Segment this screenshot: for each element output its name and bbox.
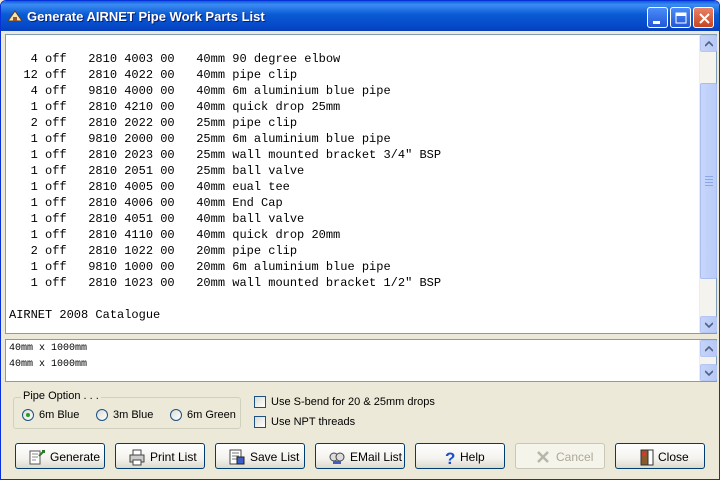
maximize-icon bbox=[675, 12, 687, 24]
button-label: Help bbox=[460, 450, 485, 464]
parts-list-line: 1 off 9810 1000 00 20mm 6m aluminium blu… bbox=[9, 260, 391, 274]
parts-list-textarea[interactable]: 4 off 2810 4003 00 40mm 90 degree elbow … bbox=[5, 34, 717, 334]
radio-label: 6m Blue bbox=[39, 409, 80, 421]
scroll-up-button[interactable] bbox=[700, 35, 717, 52]
parts-list-line: 2 off 2810 2022 00 25mm pipe clip bbox=[9, 116, 298, 130]
parts-list-line: 1 off 2810 2023 00 25mm wall mounted bra… bbox=[9, 148, 442, 162]
pipe-option-legend: Pipe Option . . . bbox=[21, 390, 101, 402]
parts-list-line: 2 off 2810 1022 00 20mm pipe clip bbox=[9, 244, 298, 258]
radio-indicator[interactable] bbox=[22, 409, 34, 421]
close-icon bbox=[699, 13, 710, 24]
parts-list-line: 1 off 9810 2000 00 25mm 6m aluminium blu… bbox=[9, 132, 391, 146]
email-icon bbox=[329, 452, 345, 464]
maximize-button[interactable] bbox=[670, 7, 691, 28]
radio-label: 3m Blue bbox=[113, 409, 154, 421]
checkbox-label: Use S-bend for 20 & 25mm drops bbox=[271, 396, 435, 408]
close-button[interactable]: Close bbox=[615, 443, 705, 469]
scroll-down-button[interactable] bbox=[700, 364, 717, 381]
dimensions-scrollbar[interactable] bbox=[699, 340, 717, 381]
minimize-button[interactable] bbox=[647, 7, 668, 28]
parts-list-line: 1 off 2810 4210 00 40mm quick drop 25mm bbox=[9, 100, 341, 114]
help-button[interactable]: ? Help bbox=[415, 443, 505, 469]
exit-icon bbox=[640, 449, 654, 466]
radio-indicator[interactable] bbox=[170, 409, 182, 421]
dimensions-lines: 40mm x 1000mm 40mm x 1000mm bbox=[9, 342, 87, 374]
parts-list-line: 1 off 2810 4110 00 40mm quick drop 20mm bbox=[9, 228, 341, 242]
help-icon: ? bbox=[445, 449, 455, 466]
parts-list-line bbox=[9, 291, 699, 307]
app-window: Generate AIRNET Pipe Work Parts List 4 o… bbox=[0, 0, 720, 480]
parts-list-line: 12 off 2810 4022 00 40mm pipe clip bbox=[9, 68, 298, 82]
checkbox-indicator[interactable] bbox=[254, 396, 266, 408]
scroll-down-button[interactable] bbox=[700, 316, 717, 333]
arrow-down-icon bbox=[705, 322, 713, 328]
parts-list-line: 1 off 2810 4005 00 40mm eual tee bbox=[9, 180, 290, 194]
parts-list-line: 4 off 9810 4000 00 40mm 6m aluminium blu… bbox=[9, 84, 391, 98]
parts-list-lines: 4 off 2810 4003 00 40mm 90 degree elbow … bbox=[9, 51, 699, 323]
dimensions-line: 40mm x 1000mm bbox=[9, 359, 88, 370]
parts-list-line: 1 off 2810 4006 00 40mm End Cap bbox=[9, 196, 283, 210]
button-label: Generate bbox=[50, 450, 101, 464]
app-icon bbox=[7, 10, 23, 22]
scroll-thumb[interactable] bbox=[700, 83, 717, 279]
parts-list-line: 4 off 2810 4003 00 40mm 90 degree elbow bbox=[9, 52, 341, 66]
arrow-up-icon bbox=[705, 41, 713, 47]
button-label: Print List bbox=[150, 450, 197, 464]
arrow-down-icon bbox=[705, 370, 713, 376]
print-list-button[interactable]: Print List bbox=[115, 443, 205, 469]
parts-list-scrollbar[interactable] bbox=[699, 35, 717, 333]
arrow-up-icon bbox=[705, 346, 713, 352]
cancel-icon bbox=[537, 451, 549, 463]
parts-list-line: 1 off 2810 4051 00 40mm ball valve bbox=[9, 212, 305, 226]
printer-icon bbox=[129, 449, 145, 466]
dimensions-textarea[interactable]: 40mm x 1000mm 40mm x 1000mm bbox=[5, 339, 717, 382]
parts-list-line: 1 off 2810 2051 00 25mm ball valve bbox=[9, 164, 305, 178]
checkbox-label: Use NPT threads bbox=[271, 416, 356, 428]
email-list-button[interactable]: EMail List bbox=[315, 443, 405, 469]
button-label: EMail List bbox=[350, 450, 403, 464]
button-label: Save List bbox=[250, 450, 300, 464]
save-icon bbox=[229, 449, 245, 465]
title-bar[interactable]: Generate AIRNET Pipe Work Parts List bbox=[1, 1, 719, 31]
button-label: Cancel bbox=[556, 450, 594, 464]
close-window-button[interactable] bbox=[693, 7, 714, 28]
parts-list-line: 1 off 2810 1023 00 20mm wall mounted bra… bbox=[9, 276, 442, 290]
radio-indicator[interactable] bbox=[96, 409, 108, 421]
cancel-button[interactable]: Cancel bbox=[515, 443, 605, 469]
svg-text:?: ? bbox=[445, 449, 455, 466]
save-list-button[interactable]: Save List bbox=[215, 443, 305, 469]
radio-label: 6m Green bbox=[187, 409, 236, 421]
parts-list-line: AIRNET 2008 Catalogue bbox=[9, 308, 161, 322]
button-label: Close bbox=[658, 450, 689, 464]
dimensions-line: 40mm x 1000mm bbox=[9, 343, 88, 354]
checkbox-indicator[interactable] bbox=[254, 416, 266, 428]
scroll-up-button[interactable] bbox=[700, 340, 717, 357]
window-title: Generate AIRNET Pipe Work Parts List bbox=[27, 9, 265, 24]
generate-icon bbox=[29, 450, 45, 465]
minimize-icon bbox=[653, 21, 660, 24]
generate-button[interactable]: Generate bbox=[15, 443, 105, 469]
